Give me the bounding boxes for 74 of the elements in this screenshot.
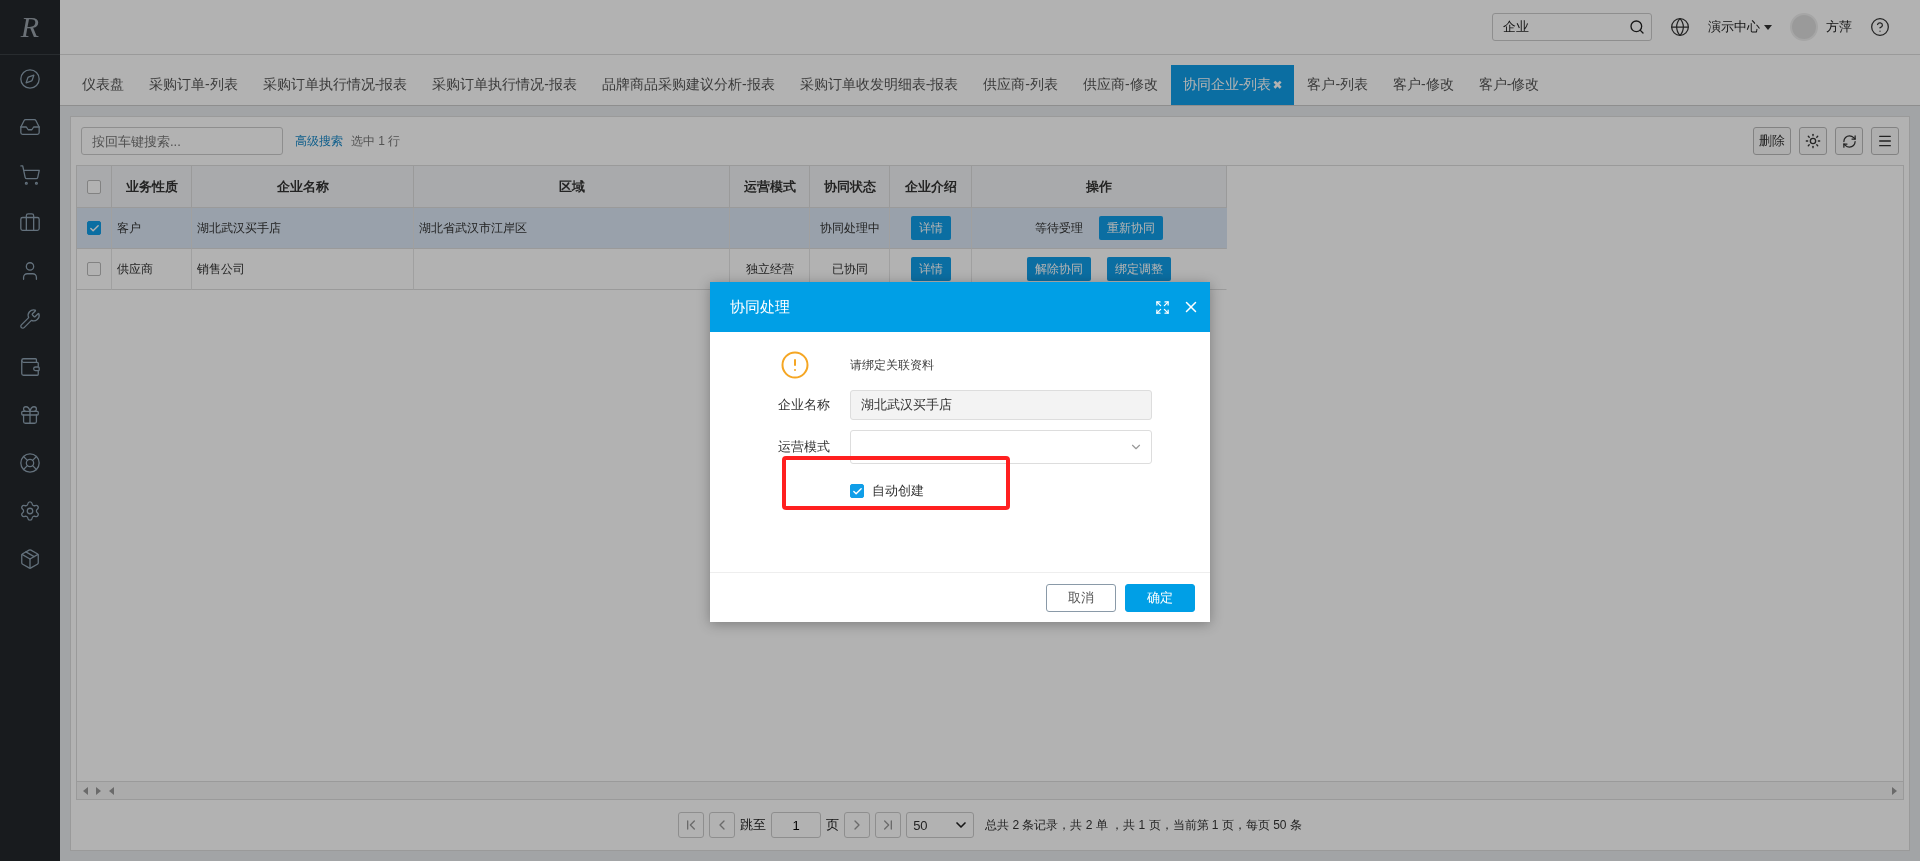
table-cell: 销售公司 xyxy=(192,249,414,290)
advanced-search-link[interactable]: 高级搜索 xyxy=(295,132,343,150)
checkbox-label: 自动创建 xyxy=(872,482,924,500)
settings-button[interactable] xyxy=(1799,127,1827,155)
column-header: 区域 xyxy=(414,166,730,208)
company-name-field[interactable]: 湖北武汉买手店 xyxy=(850,390,1152,420)
table-cell: 湖北省武汉市江岸区 xyxy=(414,208,730,249)
column-header: 企业介绍 xyxy=(890,166,972,208)
tab[interactable]: 供应商-列表 xyxy=(971,65,1071,105)
settings-icon[interactable] xyxy=(19,500,41,522)
user-name: 方萍 xyxy=(1826,18,1852,36)
compass-icon[interactable] xyxy=(19,68,41,90)
wallet-icon[interactable] xyxy=(19,356,41,378)
cart-icon[interactable] xyxy=(19,164,41,186)
checkbox[interactable] xyxy=(850,484,864,498)
status-text: 等待受理 xyxy=(1035,219,1083,237)
tab[interactable]: 客户-列表 xyxy=(1295,65,1381,105)
wrench-icon[interactable] xyxy=(19,308,41,330)
menu-button[interactable] xyxy=(1871,127,1899,155)
lifebuoy-icon[interactable] xyxy=(19,452,41,474)
tab[interactable]: 采购订单执行情况-报表 xyxy=(250,65,420,105)
inbox-icon[interactable] xyxy=(19,116,41,138)
tab[interactable]: 仪表盘 xyxy=(70,65,136,105)
avatar xyxy=(1790,13,1818,41)
column-header: 操作 xyxy=(972,166,1227,208)
horizontal-scrollbar[interactable] xyxy=(77,781,1903,799)
tab[interactable]: 客户-修改 xyxy=(1466,65,1552,105)
briefcase-icon[interactable] xyxy=(19,212,41,234)
tab[interactable]: 采购订单-列表 xyxy=(137,65,250,105)
menu-icon xyxy=(1877,133,1893,149)
field-label: 企业名称 xyxy=(778,396,830,414)
checkbox[interactable] xyxy=(87,262,101,276)
gift-icon[interactable] xyxy=(19,404,41,426)
first-page-button[interactable] xyxy=(678,812,705,838)
checkbox[interactable] xyxy=(87,179,101,194)
column-header: 业务性质 xyxy=(112,166,192,208)
search-field[interactable]: 按回车键搜索... xyxy=(81,127,283,155)
field-label: 运营模式 xyxy=(778,438,830,456)
last-page-button[interactable] xyxy=(875,812,902,838)
column-header: 企业名称 xyxy=(192,166,414,208)
tab[interactable]: 客户-修改 xyxy=(1381,65,1466,105)
confirm-button[interactable]: 确定 xyxy=(1125,583,1195,612)
maximize-icon[interactable] xyxy=(1155,299,1170,315)
search-icon xyxy=(1629,19,1645,35)
table-cell: 供应商 xyxy=(112,249,192,290)
globe-icon[interactable] xyxy=(1670,17,1690,37)
search-field[interactable]: 企业 xyxy=(1492,13,1652,41)
tab[interactable]: 品牌商品采购建议分析-报表 xyxy=(590,65,787,105)
column-header: 协同状态 xyxy=(810,166,890,208)
org-dropdown[interactable]: 演示中心 xyxy=(1708,18,1772,36)
table-cell: 协同处理中 xyxy=(810,208,890,249)
gear-icon xyxy=(1805,133,1821,149)
column-header: 运营模式 xyxy=(730,166,810,208)
page-summary: 总共 2 条记录，共 2 单 ，共 1 页，当前第 1 页，每页 50 条 xyxy=(985,816,1302,834)
jump-label: 跳至 xyxy=(740,816,767,834)
refresh-icon xyxy=(1841,133,1857,149)
delete-button[interactable]: 删除 xyxy=(1753,127,1791,155)
refresh-button[interactable] xyxy=(1835,127,1863,155)
cancel-button[interactable]: 取消 xyxy=(1046,583,1116,612)
package-icon[interactable] xyxy=(19,548,41,570)
page-input[interactable]: 1 xyxy=(771,812,822,838)
tab[interactable]: 采购订单执行情况-报表 xyxy=(420,65,589,105)
table-cell: 客户 xyxy=(112,208,192,249)
page-size-select[interactable]: 50 xyxy=(906,812,975,838)
dialog-title: 协同处理 xyxy=(730,297,791,317)
warning-icon xyxy=(780,350,810,380)
tab[interactable]: 供应商-修改 xyxy=(1071,65,1170,105)
page-label: 页 xyxy=(826,816,840,834)
help-icon[interactable] xyxy=(1870,17,1890,37)
selection-count: 选中 1 行 xyxy=(351,132,401,150)
table-cell: 湖北武汉买手店 xyxy=(192,208,414,249)
checkbox[interactable] xyxy=(87,221,101,235)
tab[interactable]: 采购订单收发明细表-报表 xyxy=(787,65,971,105)
notice-text: 请绑定关联资料 xyxy=(850,356,935,374)
